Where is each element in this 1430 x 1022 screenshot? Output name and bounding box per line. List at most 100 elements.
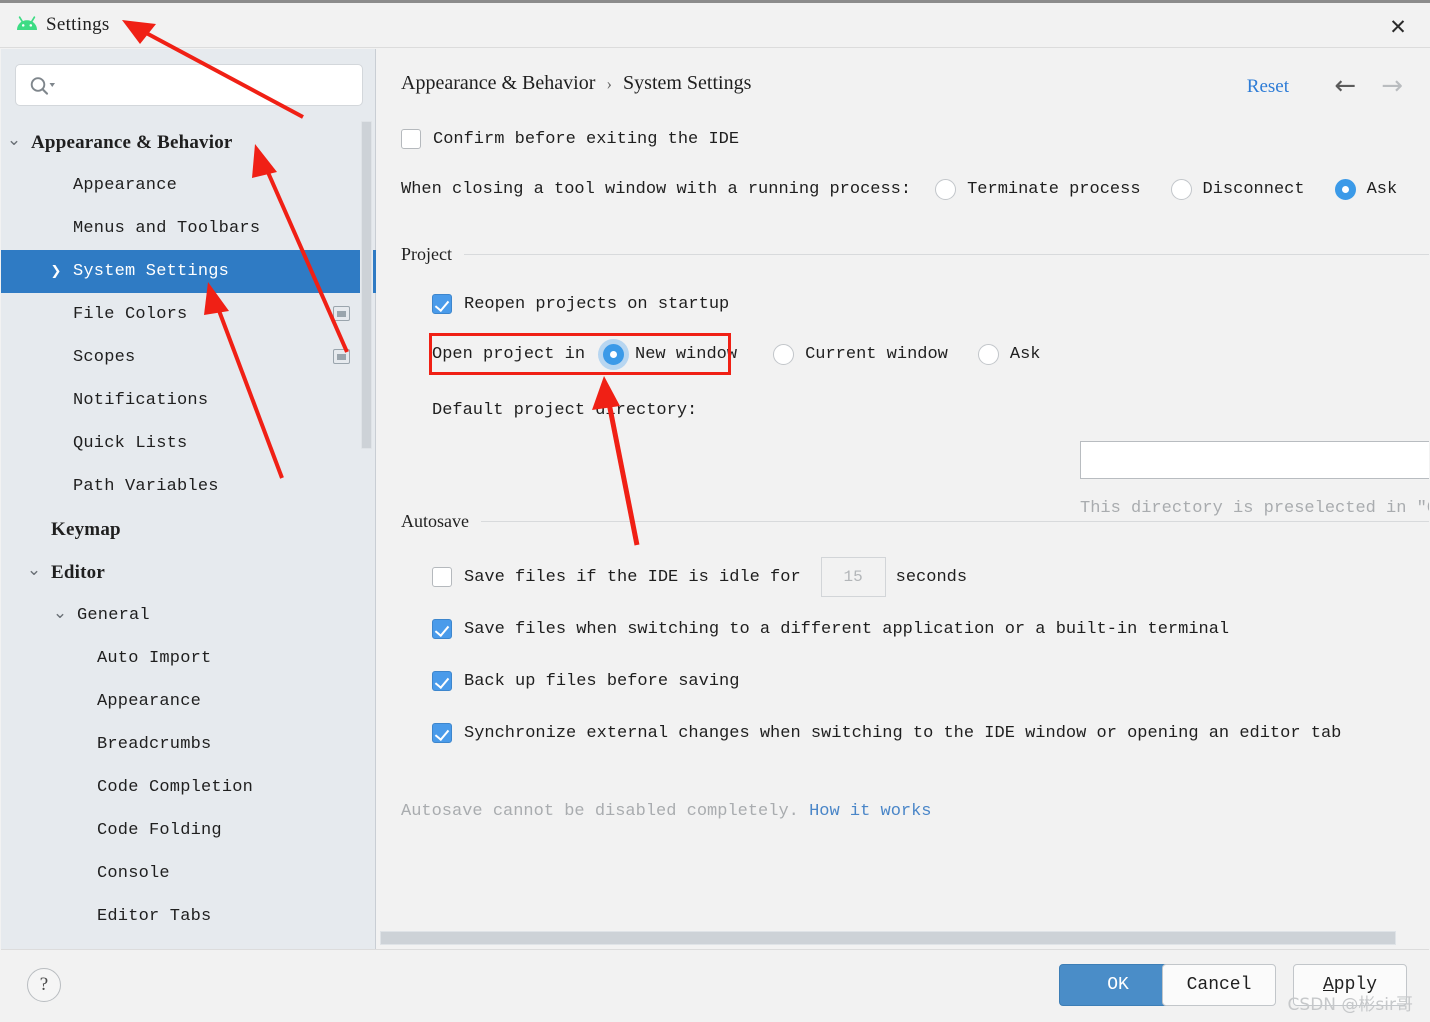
close-icon[interactable]: ✕ <box>1380 10 1416 44</box>
sidebar-item-system-settings[interactable]: ❯ System Settings <box>1 250 376 293</box>
idle-save-checkbox[interactable] <box>432 567 452 587</box>
autosave-footnote: Autosave cannot be disabled completely. … <box>401 802 932 821</box>
reopen-projects-label: Reopen projects on startup <box>464 294 730 314</box>
idle-seconds-stepper[interactable]: 15 <box>820 557 886 597</box>
android-logo-icon <box>14 16 40 36</box>
sidebar-item-label: System Settings <box>73 262 230 281</box>
arrow-right-icon[interactable]: → <box>1381 71 1403 101</box>
backup-files-row[interactable]: Back up files before saving <box>432 671 739 691</box>
reset-link[interactable]: Reset <box>1247 76 1289 98</box>
default-dir-label-row: Default project directory: <box>432 401 697 420</box>
sidebar-item-label: Auto Import <box>97 649 212 668</box>
group-divider <box>480 521 1429 522</box>
backup-files-checkbox[interactable] <box>432 671 452 691</box>
radio-ask-open-project[interactable] <box>977 344 999 365</box>
cancel-button[interactable]: Cancel <box>1162 964 1276 1006</box>
sidebar-item-label: Code Completion <box>97 778 254 797</box>
sidebar-item-label: General <box>77 606 150 625</box>
sidebar-item-code-completion[interactable]: Code Completion <box>1 766 376 809</box>
sidebar-item-code-folding[interactable]: Code Folding <box>1 809 376 852</box>
sidebar-item-label: Code Folding <box>97 821 222 840</box>
chevron-down-icon[interactable]: ⌄ <box>51 604 69 622</box>
sidebar-item-keymap[interactable]: Keymap <box>1 508 376 551</box>
sidebar-item-editor[interactable]: ⌄ Editor <box>1 551 376 594</box>
radio-current-window[interactable] <box>773 344 795 365</box>
radio-ask-closing-label: Ask <box>1366 180 1398 199</box>
idle-save-label-after: seconds <box>895 567 968 587</box>
closing-tool-window-row: When closing a tool window with a runnin… <box>401 179 1427 200</box>
settings-main-panel: Appearance & Behavior › System Settings … <box>377 49 1429 929</box>
title-bar: Settings ✕ <box>0 3 1430 48</box>
confirm-exit-checkbox[interactable] <box>401 129 421 149</box>
sidebar-item-appearance[interactable]: Appearance <box>1 680 376 723</box>
sidebar-item-label: Editor <box>51 561 105 583</box>
sidebar-item-auto-import[interactable]: Auto Import <box>1 637 376 680</box>
idle-save-row: Save files if the IDE is idle for 15 sec… <box>432 557 967 597</box>
window-badge-icon <box>333 349 350 364</box>
sidebar-item-breadcrumbs[interactable]: Breadcrumbs <box>1 723 376 766</box>
settings-dialog: Settings ✕ ⌄ Appearance & Behavior Appeara… <box>0 0 1430 1022</box>
chevron-down-icon[interactable]: ⌄ <box>5 131 23 149</box>
chevron-down-icon[interactable]: ⌄ <box>25 561 43 579</box>
settings-tree: ⌄ Appearance & Behavior Appearance Menus an… <box>1 121 376 938</box>
default-dir-label: Default project directory: <box>432 401 698 420</box>
sidebar-item-console[interactable]: Console <box>1 852 376 895</box>
chevron-right-icon[interactable]: ❯ <box>47 263 65 281</box>
arrow-left-icon[interactable]: ← <box>1334 71 1356 101</box>
autosave-group-header: Autosave <box>401 511 1429 532</box>
sidebar-item-notifications[interactable]: Notifications <box>1 379 376 422</box>
radio-disconnect-label: Disconnect <box>1202 180 1305 199</box>
sidebar-item-menus-and-toolbars[interactable]: Menus and Toolbars <box>1 207 376 250</box>
sidebar-item-label: Breadcrumbs <box>97 735 212 754</box>
autosave-footnote-text: Autosave cannot be disabled completely. <box>401 802 799 821</box>
breadcrumb-current: System Settings <box>623 72 752 94</box>
radio-ask-open-project-label: Ask <box>1009 345 1041 364</box>
sidebar-item-path-variables[interactable]: Path Variables <box>1 465 376 508</box>
confirm-exit-label: Confirm before exiting the IDE <box>433 129 740 149</box>
sidebar-item-editor-tabs[interactable]: Editor Tabs <box>1 895 376 938</box>
window-title: Settings <box>46 14 110 35</box>
sidebar-item-file-colors[interactable]: File Colors <box>1 293 376 336</box>
sidebar-item-quick-lists[interactable]: Quick Lists <box>1 422 376 465</box>
idle-save-label-before: Save files if the IDE is idle for <box>464 567 801 587</box>
radio-disconnect[interactable] <box>1170 179 1192 200</box>
breadcrumb: Appearance & Behavior › System Settings <box>401 72 751 95</box>
save-on-switch-checkbox[interactable] <box>432 619 452 639</box>
confirm-exit-row[interactable]: Confirm before exiting the IDE <box>401 129 739 149</box>
radio-new-window[interactable] <box>603 344 625 365</box>
search-box[interactable] <box>15 64 363 106</box>
breadcrumb-parent[interactable]: Appearance & Behavior <box>401 72 595 94</box>
sidebar-item-label: Editor Tabs <box>97 907 212 926</box>
reopen-projects-checkbox[interactable] <box>432 294 452 314</box>
sync-external-checkbox[interactable] <box>432 723 452 743</box>
sidebar-item-general[interactable]: ⌄ General <box>1 594 376 637</box>
reopen-projects-row[interactable]: Reopen projects on startup <box>432 294 729 314</box>
sidebar-item-label: Path Variables <box>73 477 219 496</box>
radio-current-window-label: Current window <box>805 345 948 364</box>
window-badge-icon <box>333 306 350 321</box>
ok-button[interactable]: OK <box>1059 964 1177 1006</box>
sidebar-item-label: Menus and Toolbars <box>73 219 261 238</box>
default-dir-field[interactable] <box>1080 441 1429 479</box>
sync-external-label: Synchronize external changes when switch… <box>464 723 1342 743</box>
sidebar-item-scopes[interactable]: Scopes <box>1 336 376 379</box>
breadcrumb-separator: › <box>606 74 613 93</box>
help-button[interactable]: ? <box>27 968 61 1002</box>
search-input[interactable] <box>62 66 357 104</box>
sidebar-item-appearance[interactable]: Appearance <box>1 164 376 207</box>
default-dir-input[interactable] <box>1089 442 1419 478</box>
search-icon <box>28 75 58 97</box>
sync-external-row[interactable]: Synchronize external changes when switch… <box>432 723 1341 743</box>
how-it-works-link[interactable]: How it works <box>809 802 931 821</box>
radio-terminate-process[interactable] <box>935 179 957 200</box>
main-hscrollbar-thumb[interactable] <box>380 931 1396 945</box>
sidebar-item-appearance-behavior[interactable]: ⌄ Appearance & Behavior <box>1 121 376 164</box>
closing-tool-window-label: When closing a tool window with a runnin… <box>401 180 912 199</box>
sidebar-scrollbar-thumb[interactable] <box>361 121 372 449</box>
radio-ask-closing[interactable] <box>1334 179 1356 200</box>
sidebar-item-label: Keymap <box>51 518 121 540</box>
save-on-switch-row[interactable]: Save files when switching to a different… <box>432 619 1229 639</box>
sidebar-item-label: Appearance & Behavior <box>31 131 233 153</box>
sidebar-item-label: Quick Lists <box>73 434 188 453</box>
open-project-in-row: Open project in New window Current windo… <box>432 344 1071 365</box>
